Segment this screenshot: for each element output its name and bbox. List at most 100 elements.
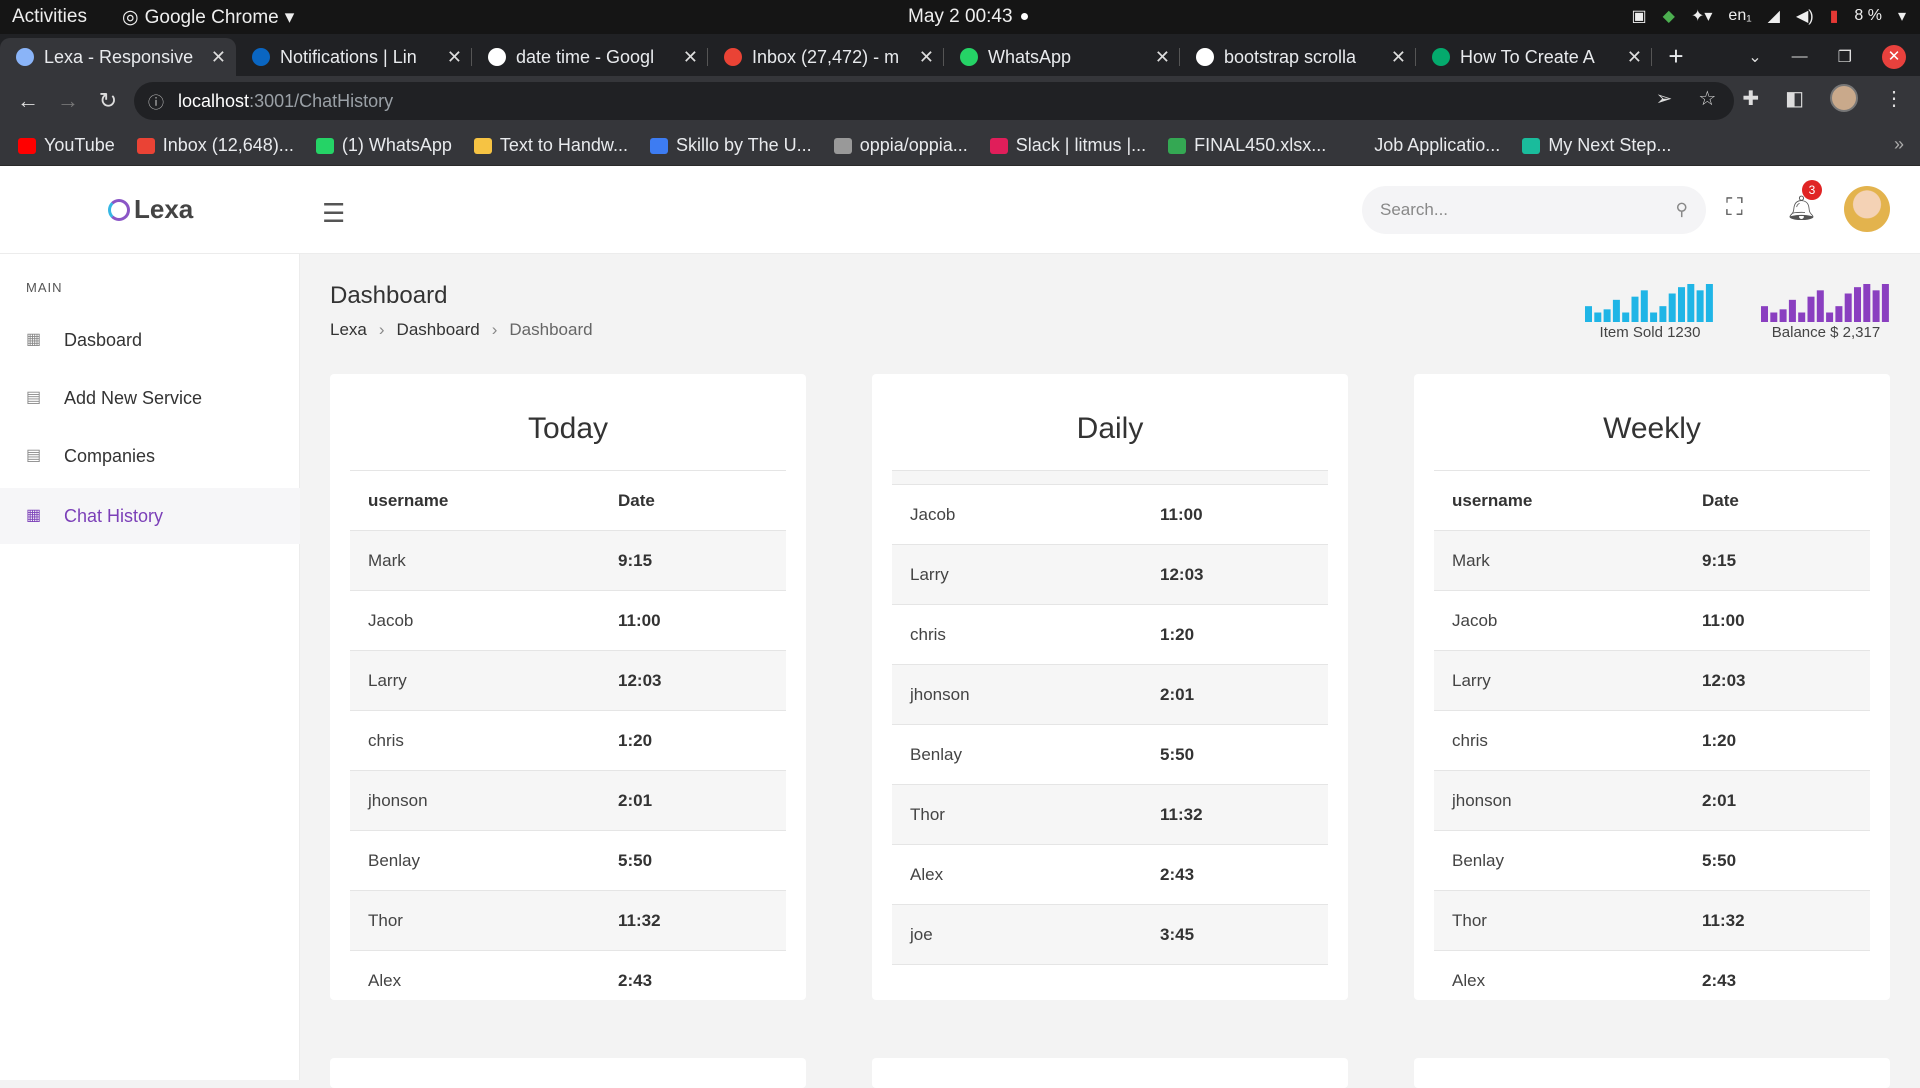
minimize-icon[interactable]: — bbox=[1792, 48, 1808, 66]
volume-icon[interactable]: ◀) bbox=[1796, 6, 1814, 26]
username-cell: Benlay bbox=[1452, 850, 1504, 870]
menu-toggle-icon[interactable]: ☰ bbox=[322, 198, 345, 229]
breadcrumb-link[interactable]: Dashboard bbox=[397, 320, 480, 340]
battery-icon[interactable]: ▮ bbox=[1830, 6, 1839, 26]
bookmark-label: Slack | litmus |... bbox=[1015, 135, 1147, 155]
breadcrumb-link[interactable]: Lexa bbox=[330, 320, 367, 340]
accessibility-icon[interactable]: ✦▾ bbox=[1691, 6, 1712, 26]
date-cell: 5:50 bbox=[618, 850, 653, 870]
bookmark-item[interactable]: Job Applicatio... bbox=[1348, 135, 1500, 156]
bookmark-item[interactable]: Skillo by The U... bbox=[649, 135, 812, 156]
table-header: username Date bbox=[1434, 471, 1870, 531]
chat-icon[interactable]: ▣ bbox=[1632, 6, 1647, 26]
close-icon[interactable]: ✕ bbox=[211, 47, 226, 68]
activities-button[interactable]: Activities bbox=[12, 6, 87, 28]
bookmark-item[interactable]: Text to Handw... bbox=[473, 135, 628, 156]
more-menu-icon[interactable]: ⋮ bbox=[1884, 86, 1904, 111]
calendar-icon: ▤ bbox=[26, 389, 42, 406]
search-input[interactable]: Search... ⚲ bbox=[1362, 186, 1706, 234]
spark-bar bbox=[1640, 290, 1648, 322]
clock[interactable]: May 2 00:43 bbox=[908, 6, 1028, 28]
date-cell: 11:32 bbox=[1702, 910, 1745, 930]
tab-search-icon[interactable]: ⌄ bbox=[1748, 47, 1761, 67]
column-header: Date bbox=[618, 490, 655, 510]
close-icon[interactable]: ✕ bbox=[683, 47, 698, 68]
tab-title: Notifications | Lin bbox=[280, 46, 417, 67]
sidebar-item-add-new-service[interactable]: ▤ Add New Service bbox=[0, 370, 300, 426]
sidebar-item-dashboard[interactable]: ▦ Dasboard bbox=[0, 312, 300, 368]
bookmark-item[interactable]: (1) WhatsApp bbox=[315, 135, 452, 156]
side-panel-icon[interactable]: ◧ bbox=[1785, 86, 1804, 111]
tab-3[interactable]: Inbox (27,472) - m ✕ bbox=[708, 38, 944, 76]
bookmark-item[interactable]: oppia/oppia... bbox=[833, 135, 968, 156]
search-placeholder: Search... bbox=[1380, 200, 1449, 219]
search-icon[interactable]: ⚲ bbox=[1676, 200, 1688, 220]
bookmark-label: oppia/oppia... bbox=[859, 135, 968, 155]
profile-avatar[interactable] bbox=[1830, 84, 1858, 112]
app-menu[interactable]: ◎ Google Chrome ▾ bbox=[122, 6, 294, 29]
grid-icon: ▦ bbox=[26, 507, 42, 524]
tab-0[interactable]: Lexa - Responsive ✕ bbox=[0, 38, 236, 76]
date-cell: 2:43 bbox=[1702, 970, 1737, 990]
bookmark-favicon-icon bbox=[1168, 137, 1187, 154]
sidebar-item-label: Companies bbox=[64, 445, 156, 466]
card-weekly: Weekly username Date Mark 9:15 Jacob 11:00 Larr… bbox=[1414, 374, 1890, 1000]
language-indicator[interactable]: en₁ bbox=[1728, 7, 1751, 25]
date-cell: 2:43 bbox=[1160, 864, 1195, 884]
close-icon[interactable]: ✕ bbox=[1391, 47, 1406, 68]
send-icon[interactable]: ➢ bbox=[1656, 86, 1673, 111]
forward-arrow-icon[interactable]: → bbox=[48, 88, 88, 114]
bookmarks-overflow-icon[interactable]: » bbox=[1894, 134, 1904, 155]
bookmark-favicon-icon bbox=[989, 137, 1008, 154]
bookmark-item[interactable]: FINAL450.xlsx... bbox=[1168, 135, 1326, 156]
new-tab-button[interactable]: + bbox=[1652, 38, 1700, 76]
bookmark-item[interactable]: Inbox (12,648)... bbox=[136, 135, 294, 156]
table-row: chris 1:20 bbox=[1434, 711, 1870, 771]
card-placeholder bbox=[872, 1058, 1348, 1088]
chevron-down-icon[interactable]: ▾ bbox=[1898, 6, 1906, 26]
os-top-bar: Activities ◎ Google Chrome ▾ May 2 00:43 ▣… bbox=[0, 0, 1920, 34]
close-icon[interactable]: ✕ bbox=[1627, 47, 1642, 68]
bookmark-item[interactable]: Slack | litmus |... bbox=[989, 135, 1147, 156]
sidebar-item-chat-history[interactable]: ▦ Chat History bbox=[0, 488, 300, 544]
reload-icon[interactable]: ↻ bbox=[88, 88, 128, 114]
wifi-icon[interactable]: ◢ bbox=[1768, 6, 1780, 26]
app-logo[interactable]: Lexa bbox=[108, 194, 193, 225]
tab-4[interactable]: WhatsApp ✕ bbox=[944, 38, 1180, 76]
favicon-icon bbox=[252, 48, 270, 66]
spark-bar bbox=[1835, 306, 1843, 322]
bookmark-item[interactable]: YouTube bbox=[18, 135, 115, 156]
fullscreen-icon[interactable]: ⛶ bbox=[1726, 194, 1743, 222]
tab-5[interactable]: bootstrap scrolla ✕ bbox=[1180, 38, 1416, 76]
close-icon[interactable]: ✕ bbox=[1155, 47, 1170, 68]
calendar-icon: ▤ bbox=[26, 447, 42, 464]
restore-icon[interactable]: ❐ bbox=[1838, 47, 1852, 67]
url-input[interactable]: ⓘ localhost:3001/ChatHistory bbox=[134, 82, 1734, 120]
favicon-icon bbox=[16, 48, 34, 66]
sparkline-bars bbox=[1761, 284, 1889, 322]
star-icon[interactable]: ☆ bbox=[1698, 86, 1716, 111]
spark-bar bbox=[1826, 312, 1834, 322]
close-icon[interactable]: ✕ bbox=[919, 47, 934, 68]
shield-icon[interactable]: ◆ bbox=[1663, 6, 1675, 26]
window-close-icon[interactable]: ✕ bbox=[1882, 45, 1906, 69]
table-row: chris 1:20 bbox=[892, 605, 1328, 665]
table-row: jhonson 2:01 bbox=[350, 771, 786, 831]
card-title: Today bbox=[527, 412, 609, 445]
user-avatar[interactable] bbox=[1844, 186, 1890, 232]
tab-6[interactable]: How To Create A ✕ bbox=[1416, 38, 1652, 76]
sidebar-item-companies[interactable]: ▤ Companies bbox=[0, 428, 300, 484]
extensions-icon[interactable]: ✚ bbox=[1742, 86, 1759, 111]
bookmark-item[interactable]: My Next Step... bbox=[1522, 135, 1671, 156]
sidebar: MAIN ▦ Dasboard ▤ Add New Service ▤ Compani… bbox=[0, 254, 300, 1080]
back-arrow-icon[interactable]: ← bbox=[8, 88, 48, 114]
tab-1[interactable]: Notifications | Lin ✕ bbox=[236, 38, 472, 76]
spark-bar bbox=[1678, 287, 1685, 322]
info-icon[interactable]: ⓘ bbox=[148, 89, 164, 113]
spark-bar bbox=[1761, 306, 1768, 322]
bookmark-label: FINAL450.xlsx... bbox=[1194, 135, 1327, 155]
tab-2[interactable]: date time - Googl ✕ bbox=[472, 38, 708, 76]
table-row: jhonson 2:01 bbox=[892, 665, 1328, 725]
notification-dot bbox=[1020, 13, 1028, 21]
close-icon[interactable]: ✕ bbox=[447, 47, 462, 68]
